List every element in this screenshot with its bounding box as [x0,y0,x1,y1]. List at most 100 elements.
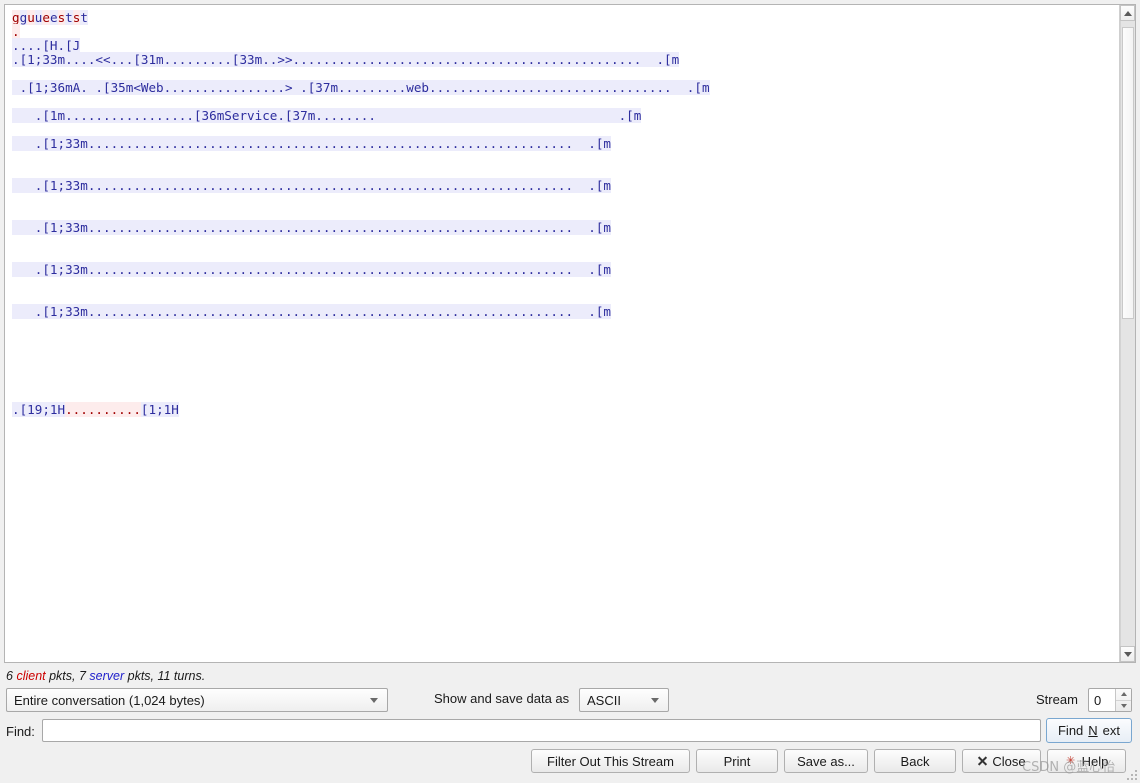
chevron-down-icon [370,697,378,703]
conversation-select[interactable]: Entire conversation (1,024 bytes) [6,688,388,712]
stream-line: .[1;33m....<<...[31m.........[33m..>>...… [12,52,1119,67]
help-label: Help [1081,753,1109,769]
server-text-segment: .[1;33m.................................… [12,220,611,235]
stream-pane-container: gguueestst. ....[H.[J .[1;33m....<<...[31m… [4,4,1136,663]
stream-line: ....[H.[J [12,38,1119,53]
stream-line: .[1;33m.................................… [12,220,1119,235]
packet-status-line: 6 client pkts, 7 server pkts, 11 turns. [6,669,205,683]
stream-line: .[1m.................[36mService.[37m...… [12,108,1119,123]
client-text-segment: g [12,10,20,25]
vertical-scrollbar[interactable] [1119,5,1135,662]
find-next-label-pre: Find [1057,723,1084,738]
stream-line [12,67,1119,81]
stream-line: .[19;1H..........[1;1H [12,402,1119,417]
stream-line [12,207,1119,221]
help-button[interactable]: ✳ Help [1047,749,1126,773]
find-next-button[interactable]: Find Next [1046,718,1132,743]
server-text-segment: .[1;36mA. .[35m<Web................> .[3… [12,80,710,95]
close-label: Close [992,753,1026,769]
stream-line [12,151,1119,165]
format-select[interactable]: ASCII [579,688,669,712]
status-tail: pkts, 11 turns. [124,669,206,683]
chevron-down-icon [1120,703,1127,708]
chevron-down-icon [651,697,659,703]
conversation-options-row: Entire conversation (1,024 bytes) Show a… [0,688,1140,714]
server-text-segment: .[1m.................[36mService.[37m...… [12,108,642,123]
stream-line [12,389,1119,403]
resize-grip[interactable] [1125,768,1137,780]
stream-line [12,319,1119,333]
server-text-segment: .[1;33m.................................… [12,178,611,193]
server-text-segment: .[1;33m.................................… [12,136,611,151]
stepper-decrement-button[interactable] [1116,701,1131,712]
stream-line [12,95,1119,109]
follow-stream-window: gguueestst. ....[H.[J .[1;33m....<<...[31m… [0,0,1140,783]
stream-line [12,347,1119,361]
stream-line [12,333,1119,347]
stream-text-pane[interactable]: gguueestst. ....[H.[J .[1;33m....<<...[31m… [5,5,1119,662]
stream-line [12,193,1119,207]
server-text-segment: .[19;1H [12,402,66,417]
stream-line [12,291,1119,305]
save-as-button[interactable]: Save as... [784,749,868,773]
chevron-down-icon [1123,651,1132,657]
chevron-up-icon [1123,10,1132,16]
print-label: Print [723,753,751,769]
close-icon [977,756,987,766]
stream-line: .[1;33m.................................… [12,136,1119,151]
client-word: client [16,669,46,683]
stream-line: .[1;33m.................................… [12,178,1119,193]
server-text-segment: [1;1H [140,402,179,417]
find-label: Find: [6,724,35,739]
save-as-label: Save as... [797,753,855,769]
status-mid: pkts, [45,669,79,683]
stream-lines: gguueestst. ....[H.[J .[1;33m....<<...[31m… [12,10,1119,417]
find-next-mnemonic: N [1088,723,1098,738]
client-text-segment: u [27,10,35,25]
client-text-segment: . [12,24,20,39]
stream-line [12,249,1119,263]
scroll-down-button[interactable] [1120,646,1135,662]
find-next-label-post: ext [1102,723,1121,738]
chevron-up-icon [1120,692,1127,697]
stream-line: .[1;33m.................................… [12,304,1119,319]
stream-line [12,123,1119,137]
server-text-segment: ....[H.[J [12,38,81,53]
stream-number-stepper[interactable]: 0 [1088,688,1132,712]
close-button[interactable]: Close [962,749,1041,773]
help-icon: ✳ [1066,755,1076,767]
scrollbar-track[interactable] [1120,21,1135,646]
filter-out-label: Filter Out This Stream [547,753,674,769]
client-pkt-count: 6 [6,669,13,683]
scrollbar-thumb[interactable] [1122,27,1134,319]
stream-line [12,235,1119,249]
stream-line [12,361,1119,375]
stream-line: .[1;33m.................................… [12,262,1119,277]
scroll-up-button[interactable] [1120,5,1135,21]
back-label: Back [900,753,930,769]
server-text-segment: .[1;33m.................................… [12,304,611,319]
client-text-segment: .......... [65,402,141,417]
show-save-label: Show and save data as [434,691,570,706]
stream-line [12,277,1119,291]
find-input[interactable] [42,719,1041,742]
format-select-value: ASCII [587,692,621,708]
server-text-segment: .[1;33m.................................… [12,262,611,277]
server-text-segment: e [49,10,58,25]
stream-number-value: 0 [1094,692,1102,708]
server-pkt-count: 7 [78,669,86,683]
stream-line: . [12,24,1119,39]
stream-label: Stream [1036,692,1078,707]
stepper-buttons[interactable] [1115,689,1131,711]
print-button[interactable]: Print [696,749,778,773]
server-word: server [89,669,125,683]
server-text-segment: t [65,10,73,25]
stream-line [12,375,1119,389]
filter-out-this-stream-button[interactable]: Filter Out This Stream [531,749,690,773]
server-text-segment: .[1;33m....<<...[31m.........[33m..>>...… [12,52,680,67]
back-button[interactable]: Back [874,749,956,773]
client-text-segment: e [42,10,50,25]
stepper-increment-button[interactable] [1116,689,1131,701]
stream-line: .[1;36mA. .[35m<Web................> .[3… [12,80,1119,95]
stream-line [12,165,1119,179]
